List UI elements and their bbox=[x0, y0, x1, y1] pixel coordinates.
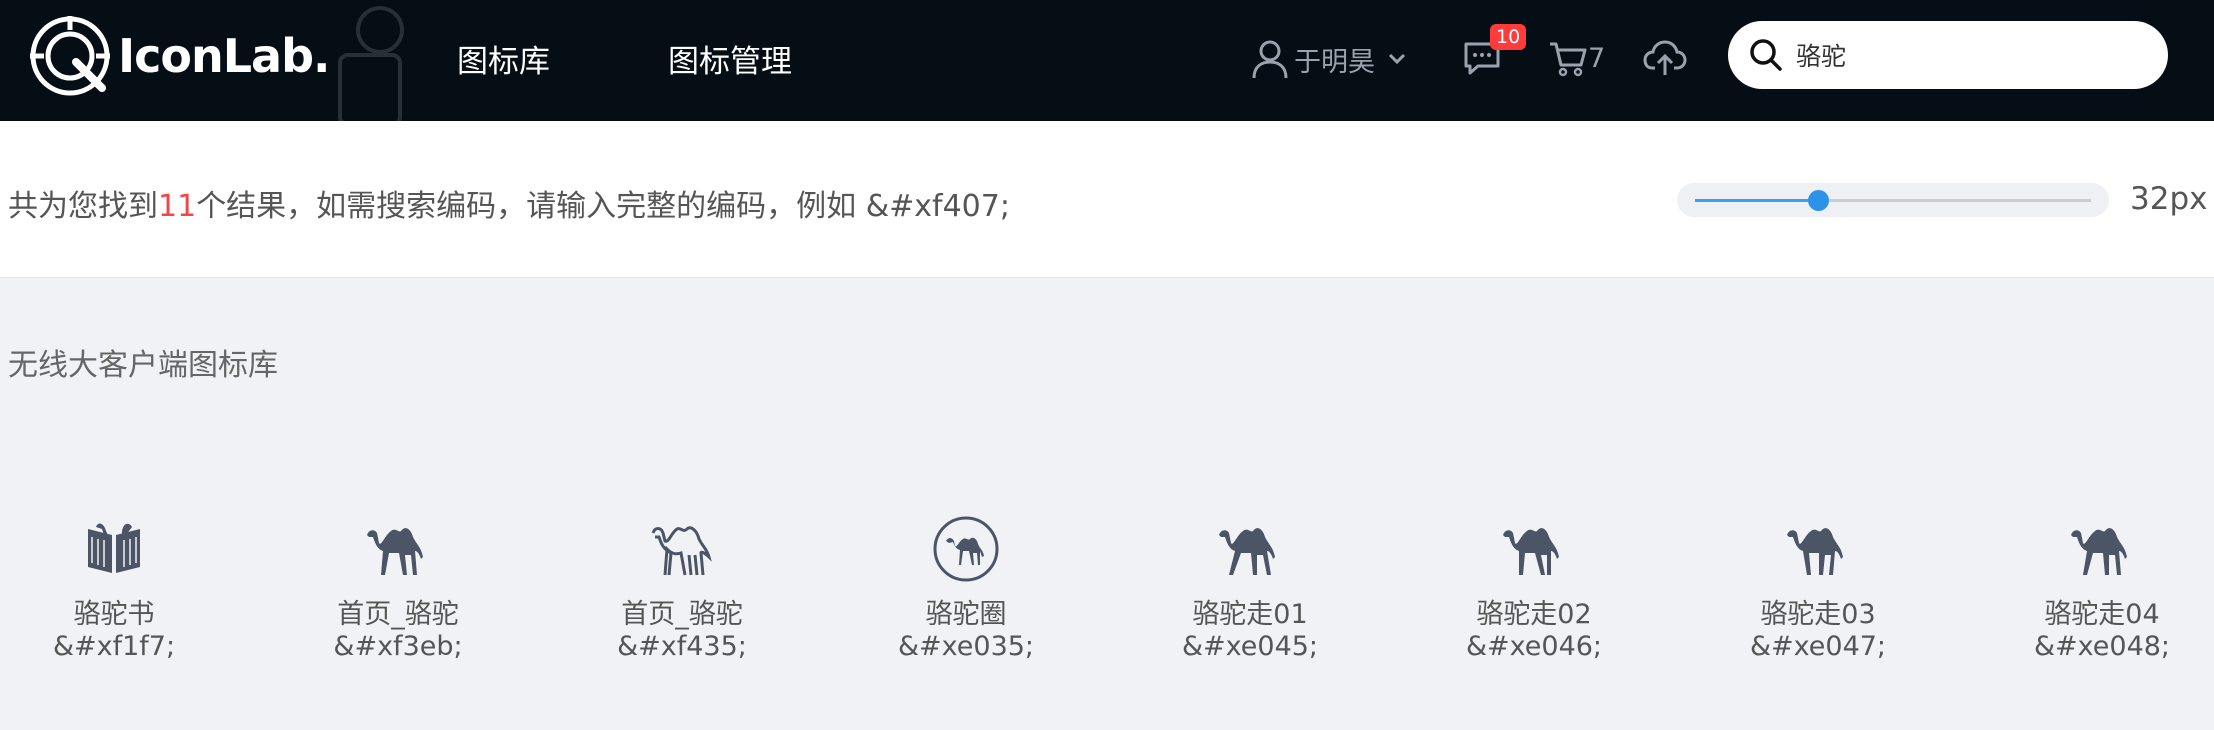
icon-card[interactable]: 首页_骆驼 &#xf435; bbox=[562, 515, 802, 663]
search-box[interactable] bbox=[1728, 21, 2168, 89]
icon-code: &#xf435; bbox=[617, 631, 747, 662]
camel-icon bbox=[278, 515, 518, 583]
top-navigation-bar: IconLab. 图标库 图标管理 于明昊 10 7 bbox=[0, 0, 2214, 121]
camel-book-icon bbox=[0, 515, 234, 583]
icon-name: 首页_骆驼 bbox=[337, 599, 459, 630]
icon-code: &#xe048; bbox=[2033, 631, 2171, 662]
search-input[interactable] bbox=[1796, 40, 2136, 70]
iconlab-logo[interactable]: IconLab. bbox=[28, 14, 330, 98]
result-suffix: 个结果，如需搜索编码，请输入完整的编码，例如 &#xf407; bbox=[196, 189, 1010, 224]
icon-card[interactable]: 骆驼走02 &#xe046; bbox=[1414, 515, 1654, 663]
icon-card[interactable]: 骆驼圈 &#xe035; bbox=[846, 515, 1086, 663]
chevron-down-icon bbox=[1388, 53, 1406, 65]
camel-outline-icon bbox=[562, 515, 802, 583]
cart-button[interactable]: 7 bbox=[1548, 38, 1605, 78]
user-name: 于明昊 bbox=[1294, 46, 1375, 78]
camel-walk-icon bbox=[1698, 515, 1938, 583]
camel-circle-icon bbox=[846, 515, 1086, 583]
camel-walk-icon bbox=[1130, 515, 1370, 583]
camel-walk-icon bbox=[1414, 515, 1654, 583]
nav-icon-library[interactable]: 图标库 bbox=[457, 36, 550, 81]
result-prefix: 共为您找到 bbox=[8, 189, 158, 224]
icon-code: &#xe045; bbox=[1181, 631, 1319, 662]
camel-walk-icon bbox=[1982, 515, 2214, 583]
slider-fill bbox=[1695, 199, 1818, 202]
icon-card[interactable]: 骆驼书 &#xf1f7; bbox=[0, 515, 234, 663]
icon-name: 骆驼圈 bbox=[925, 599, 1007, 630]
result-summary-text: 共为您找到11个结果，如需搜索编码，请输入完整的编码，例如 &#xf407; bbox=[8, 181, 1010, 225]
library-title: 无线大客户端图标库 bbox=[8, 348, 278, 383]
icon-code: &#xf3eb; bbox=[333, 631, 463, 662]
user-menu[interactable]: 于明昊 bbox=[1250, 38, 1411, 80]
icon-code: &#xe046; bbox=[1465, 631, 1603, 662]
icon-size-label: 32px bbox=[2130, 181, 2208, 217]
result-summary-bar: 共为您找到11个结果，如需搜索编码，请输入完整的编码，例如 &#xf407; 3… bbox=[0, 121, 2214, 278]
search-icon bbox=[1750, 39, 1782, 71]
slider-track[interactable] bbox=[1695, 190, 2091, 211]
icon-card[interactable]: 首页_骆驼 &#xf3eb; bbox=[278, 515, 518, 663]
logo-text: IconLab. bbox=[118, 29, 330, 83]
icon-size-slider[interactable] bbox=[1677, 183, 2109, 217]
slider-thumb[interactable] bbox=[1807, 190, 1829, 211]
icon-card[interactable]: 骆驼走03 &#xe047; bbox=[1698, 515, 1938, 663]
icon-name: 骆驼走02 bbox=[1476, 599, 1592, 630]
icon-name: 骆驼走04 bbox=[2044, 599, 2160, 630]
background-decoration-icon bbox=[338, 6, 404, 121]
icon-card[interactable]: 骆驼走01 &#xe045; bbox=[1130, 515, 1370, 663]
cart-icon bbox=[1550, 42, 1587, 77]
icon-name: 骆驼书 bbox=[73, 599, 155, 630]
icon-code: &#xe047; bbox=[1749, 631, 1887, 662]
icon-name: 骆驼走01 bbox=[1192, 599, 1308, 630]
icon-name: 首页_骆驼 bbox=[621, 599, 743, 630]
icon-code: &#xf1f7; bbox=[52, 631, 176, 662]
icon-card[interactable]: 骆驼走04 &#xe048; bbox=[1982, 515, 2214, 663]
icon-name: 骆驼走03 bbox=[1760, 599, 1876, 630]
logo-mark-icon bbox=[30, 16, 110, 96]
icon-grid: 骆驼书 &#xf1f7; 首页_骆驼 &#xf3eb; 首页_骆驼 &#xf43… bbox=[0, 515, 2214, 695]
user-icon bbox=[1252, 40, 1288, 79]
cloud-upload-icon[interactable] bbox=[1643, 38, 1687, 78]
cart-count: 7 bbox=[1588, 42, 1606, 74]
nav-icon-management[interactable]: 图标管理 bbox=[668, 36, 792, 81]
result-count: 11 bbox=[158, 189, 197, 224]
message-count-badge: 10 bbox=[1490, 24, 1527, 50]
icon-code: &#xe035; bbox=[897, 631, 1035, 662]
